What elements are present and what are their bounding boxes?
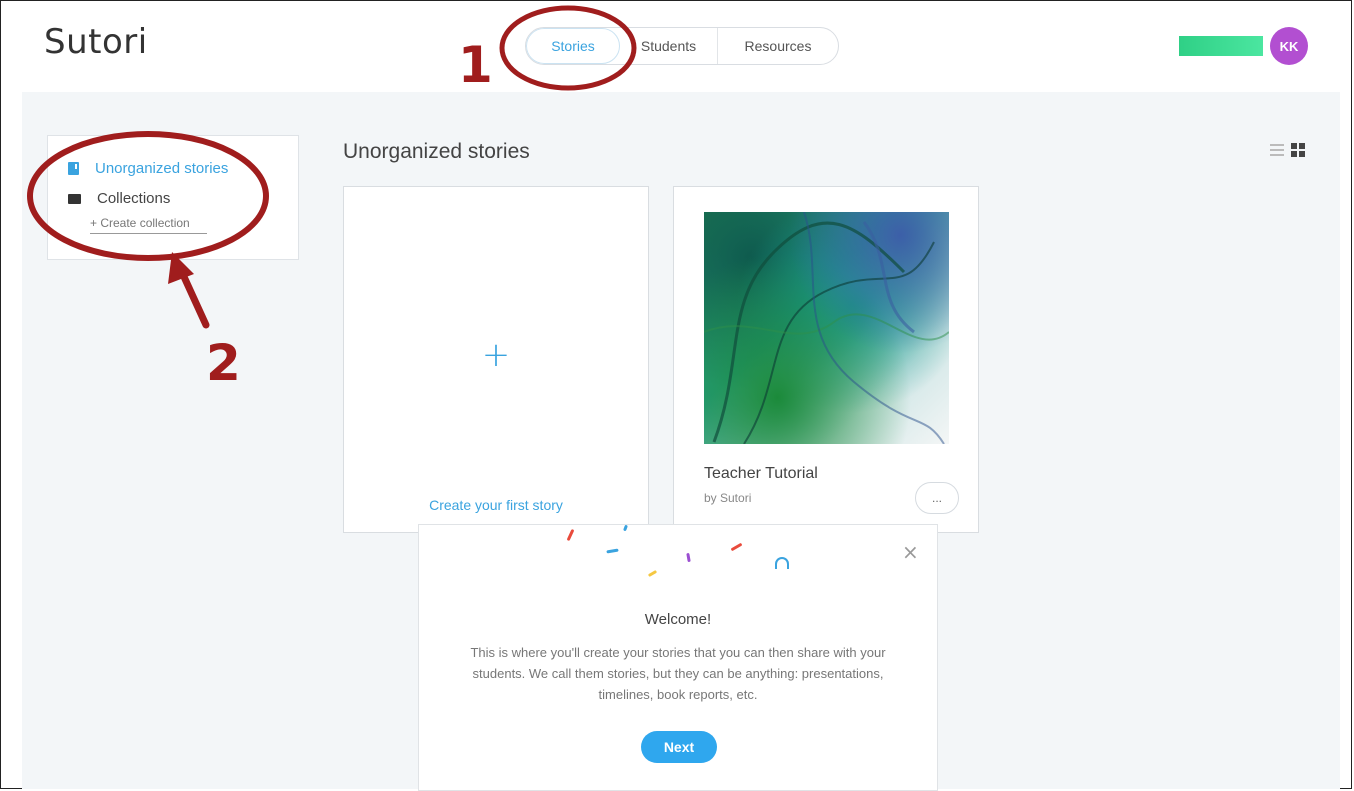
sidebar-item-unorganized-stories[interactable]: Unorganized stories <box>68 160 228 177</box>
tab-stories[interactable]: Stories <box>526 28 620 64</box>
story-card[interactable]: Teacher Tutorial by Sutori ... <box>673 186 979 533</box>
confetti-piece <box>686 552 691 563</box>
confetti-piece <box>606 548 619 554</box>
annotation-number-2: 2 <box>206 334 241 392</box>
sidebar-panel: Unorganized stories Collections + Create… <box>47 135 299 260</box>
confetti-piece <box>730 542 743 552</box>
main-nav: Stories Students Resources <box>525 27 839 65</box>
avatar[interactable]: KK <box>1270 27 1308 65</box>
app-logo[interactable]: Sutori <box>44 22 148 62</box>
close-icon[interactable]: × <box>902 540 919 564</box>
more-options-button[interactable]: ... <box>915 482 959 514</box>
next-button[interactable]: Next <box>641 731 717 763</box>
plus-icon: + <box>481 335 511 375</box>
confetti-piece <box>566 528 575 542</box>
welcome-title: Welcome! <box>644 611 712 628</box>
story-byline: by Sutori <box>704 491 752 505</box>
page-title: Unorganized stories <box>343 140 530 163</box>
smoke-art <box>704 212 949 444</box>
annotation-number-1: 1 <box>458 36 493 94</box>
grid-view-icon[interactable] <box>1291 143 1305 157</box>
story-thumbnail[interactable] <box>704 212 949 444</box>
story-title[interactable]: Teacher Tutorial <box>704 465 818 483</box>
tab-students[interactable]: Students <box>620 28 718 64</box>
book-icon <box>68 162 79 175</box>
sidebar-item-label: Collections <box>97 190 171 207</box>
list-view-icon[interactable] <box>1270 144 1284 156</box>
welcome-body: This is where you'll create your stories… <box>470 645 886 702</box>
welcome-modal: × Welcome! This is where you'll create y… <box>418 524 938 791</box>
create-story-label[interactable]: Create your first story <box>344 497 648 513</box>
confetti-piece <box>775 557 789 569</box>
sidebar-item-collections[interactable]: Collections <box>68 190 170 207</box>
confetti-piece <box>623 524 628 532</box>
create-story-card[interactable]: + Create your first story <box>343 186 649 533</box>
confetti-piece <box>647 569 658 578</box>
redacted-username-bar <box>1179 36 1263 56</box>
sidebar-item-label: Unorganized stories <box>95 160 229 177</box>
tab-resources[interactable]: Resources <box>718 28 838 64</box>
folder-icon <box>68 193 81 204</box>
create-collection-link[interactable]: + Create collection <box>90 216 207 234</box>
view-toggles <box>1270 143 1305 157</box>
